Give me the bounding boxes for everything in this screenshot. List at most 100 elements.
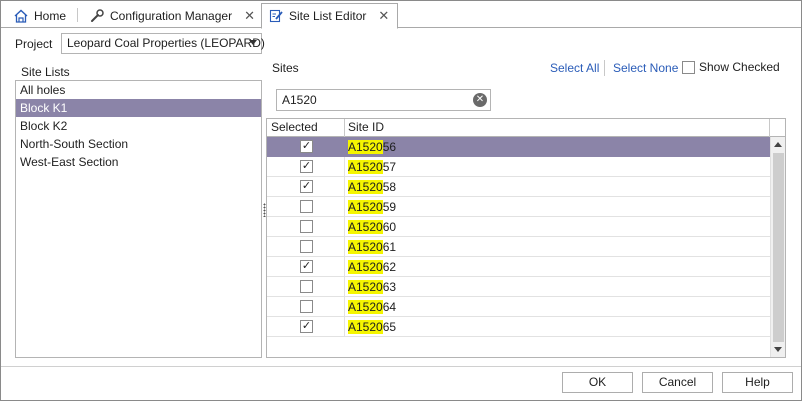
site-id-suffix: 61 — [382, 240, 397, 254]
row-checkbox[interactable]: ✓ — [300, 160, 313, 173]
site-id-suffix: 60 — [382, 220, 397, 234]
show-checked-toggle[interactable]: Show Checked — [682, 60, 780, 74]
site-lists-list[interactable]: All holes Block K1 Block K2 North-South Sec… — [15, 80, 262, 358]
selected-cell — [267, 277, 345, 297]
site-id-suffix: 64 — [382, 300, 397, 314]
row-checkbox[interactable] — [300, 240, 313, 253]
site-id-suffix: 56 — [382, 140, 397, 154]
site-id-cell: A152063 — [348, 277, 396, 297]
site-search-field[interactable]: A1520 ✕ — [276, 89, 491, 111]
close-icon[interactable]: ✕ — [378, 8, 389, 24]
site-list-item[interactable]: West-East Section — [16, 153, 261, 171]
tab-strip: Home Configuration Manager ✕ Site List E… — [1, 1, 801, 29]
site-id-suffix: 63 — [382, 280, 397, 294]
site-id-cell: A152065 — [348, 317, 396, 337]
close-icon[interactable]: ✕ — [244, 8, 255, 24]
search-match-highlight: A1520 — [348, 320, 383, 334]
search-match-highlight: A1520 — [348, 180, 383, 194]
site-id-suffix: 58 — [382, 180, 397, 194]
search-match-highlight: A1520 — [348, 280, 383, 294]
help-button[interactable]: Help — [722, 372, 793, 393]
sites-grid: Selected Site ID ✓ A152056 ✓ A152057 ✓ A15205… — [266, 118, 786, 358]
table-row[interactable]: A152059 — [267, 197, 770, 217]
show-checked-label: Show Checked — [699, 60, 780, 74]
tab-configuration-manager-label: Configuration Manager — [110, 8, 233, 23]
row-checkbox[interactable] — [300, 200, 313, 213]
column-header-selected[interactable]: Selected — [267, 119, 345, 137]
table-row[interactable]: A152060 — [267, 217, 770, 237]
home-icon — [13, 8, 29, 24]
selected-cell — [267, 237, 345, 257]
site-list-item[interactable]: Block K1 — [16, 99, 261, 117]
selected-cell — [267, 197, 345, 217]
row-checkbox[interactable] — [300, 220, 313, 233]
table-row[interactable]: A152064 — [267, 297, 770, 317]
search-match-highlight: A1520 — [348, 220, 383, 234]
row-checkbox[interactable]: ✓ — [300, 140, 313, 153]
row-checkbox[interactable] — [300, 300, 313, 313]
site-id-cell: A152060 — [348, 217, 396, 237]
table-row[interactable]: ✓ A152062 — [267, 257, 770, 277]
sites-label: Sites — [272, 61, 299, 75]
scroll-down-icon[interactable] — [774, 347, 782, 352]
edit-document-icon — [268, 8, 284, 24]
table-row[interactable]: ✓ A152058 — [267, 177, 770, 197]
vertical-scrollbar[interactable] — [770, 137, 785, 357]
search-match-highlight: A1520 — [348, 260, 383, 274]
site-id-cell: A152057 — [348, 157, 396, 177]
column-header-site-id[interactable]: Site ID — [345, 119, 770, 137]
grid-header: Selected Site ID — [267, 119, 785, 137]
show-checked-checkbox[interactable] — [682, 60, 695, 74]
tab-divider — [77, 8, 78, 22]
site-search-input[interactable]: A1520 — [282, 93, 317, 107]
site-list-item[interactable]: All holes — [16, 81, 261, 99]
site-id-cell: A152059 — [348, 197, 396, 217]
selected-cell: ✓ — [267, 177, 345, 197]
site-id-cell: A152058 — [348, 177, 396, 197]
site-list-item[interactable]: North-South Section — [16, 135, 261, 153]
clear-search-icon[interactable]: ✕ — [473, 93, 487, 107]
site-lists-label: Site Lists — [21, 65, 70, 79]
row-checkbox[interactable]: ✓ — [300, 320, 313, 333]
site-id-suffix: 65 — [382, 320, 397, 334]
link-divider — [604, 60, 605, 76]
wrench-icon — [89, 8, 105, 24]
selected-cell: ✓ — [267, 137, 345, 157]
selected-cell: ✓ — [267, 317, 345, 337]
chevron-down-icon — [249, 40, 257, 45]
cancel-button[interactable]: Cancel — [642, 372, 713, 393]
row-checkbox[interactable]: ✓ — [300, 260, 313, 273]
selected-cell: ✓ — [267, 257, 345, 277]
search-match-highlight: A1520 — [348, 200, 383, 214]
search-match-highlight: A1520 — [348, 140, 383, 154]
site-id-suffix: 59 — [382, 200, 397, 214]
project-dropdown-value: Leopard Coal Properties (LEOPARD) — [67, 36, 265, 50]
project-label: Project — [15, 37, 53, 51]
selected-cell — [267, 217, 345, 237]
scroll-thumb[interactable] — [773, 153, 784, 342]
selected-cell: ✓ — [267, 157, 345, 177]
select-none-link[interactable]: Select None — [613, 61, 678, 75]
tab-home-label: Home — [34, 8, 67, 23]
select-all-link[interactable]: Select All — [550, 61, 599, 75]
search-match-highlight: A1520 — [348, 300, 383, 314]
search-match-highlight: A1520 — [348, 240, 383, 254]
table-row[interactable]: A152061 — [267, 237, 770, 257]
table-row[interactable]: ✓ A152057 — [267, 157, 770, 177]
table-row[interactable]: ✓ A152065 — [267, 317, 770, 337]
ok-button[interactable]: OK — [562, 372, 633, 393]
project-dropdown[interactable]: Leopard Coal Properties (LEOPARD) — [61, 33, 265, 54]
site-list-item[interactable]: Block K2 — [16, 117, 261, 135]
selected-cell — [267, 297, 345, 317]
site-id-suffix: 57 — [382, 160, 397, 174]
site-id-cell: A152056 — [348, 137, 396, 157]
row-checkbox[interactable]: ✓ — [300, 180, 313, 193]
table-row[interactable]: A152063 — [267, 277, 770, 297]
grid-rows: ✓ A152056 ✓ A152057 ✓ A152058 A152059 A152060 A1… — [267, 137, 770, 337]
tab-site-list-editor[interactable]: Site List Editor ✕ — [261, 3, 399, 29]
row-checkbox[interactable] — [300, 280, 313, 293]
tab-home[interactable]: Home — [7, 3, 72, 28]
scroll-up-icon[interactable] — [774, 142, 782, 147]
tab-configuration-manager[interactable]: Configuration Manager ✕ — [83, 3, 261, 28]
table-row[interactable]: ✓ A152056 — [267, 137, 770, 157]
